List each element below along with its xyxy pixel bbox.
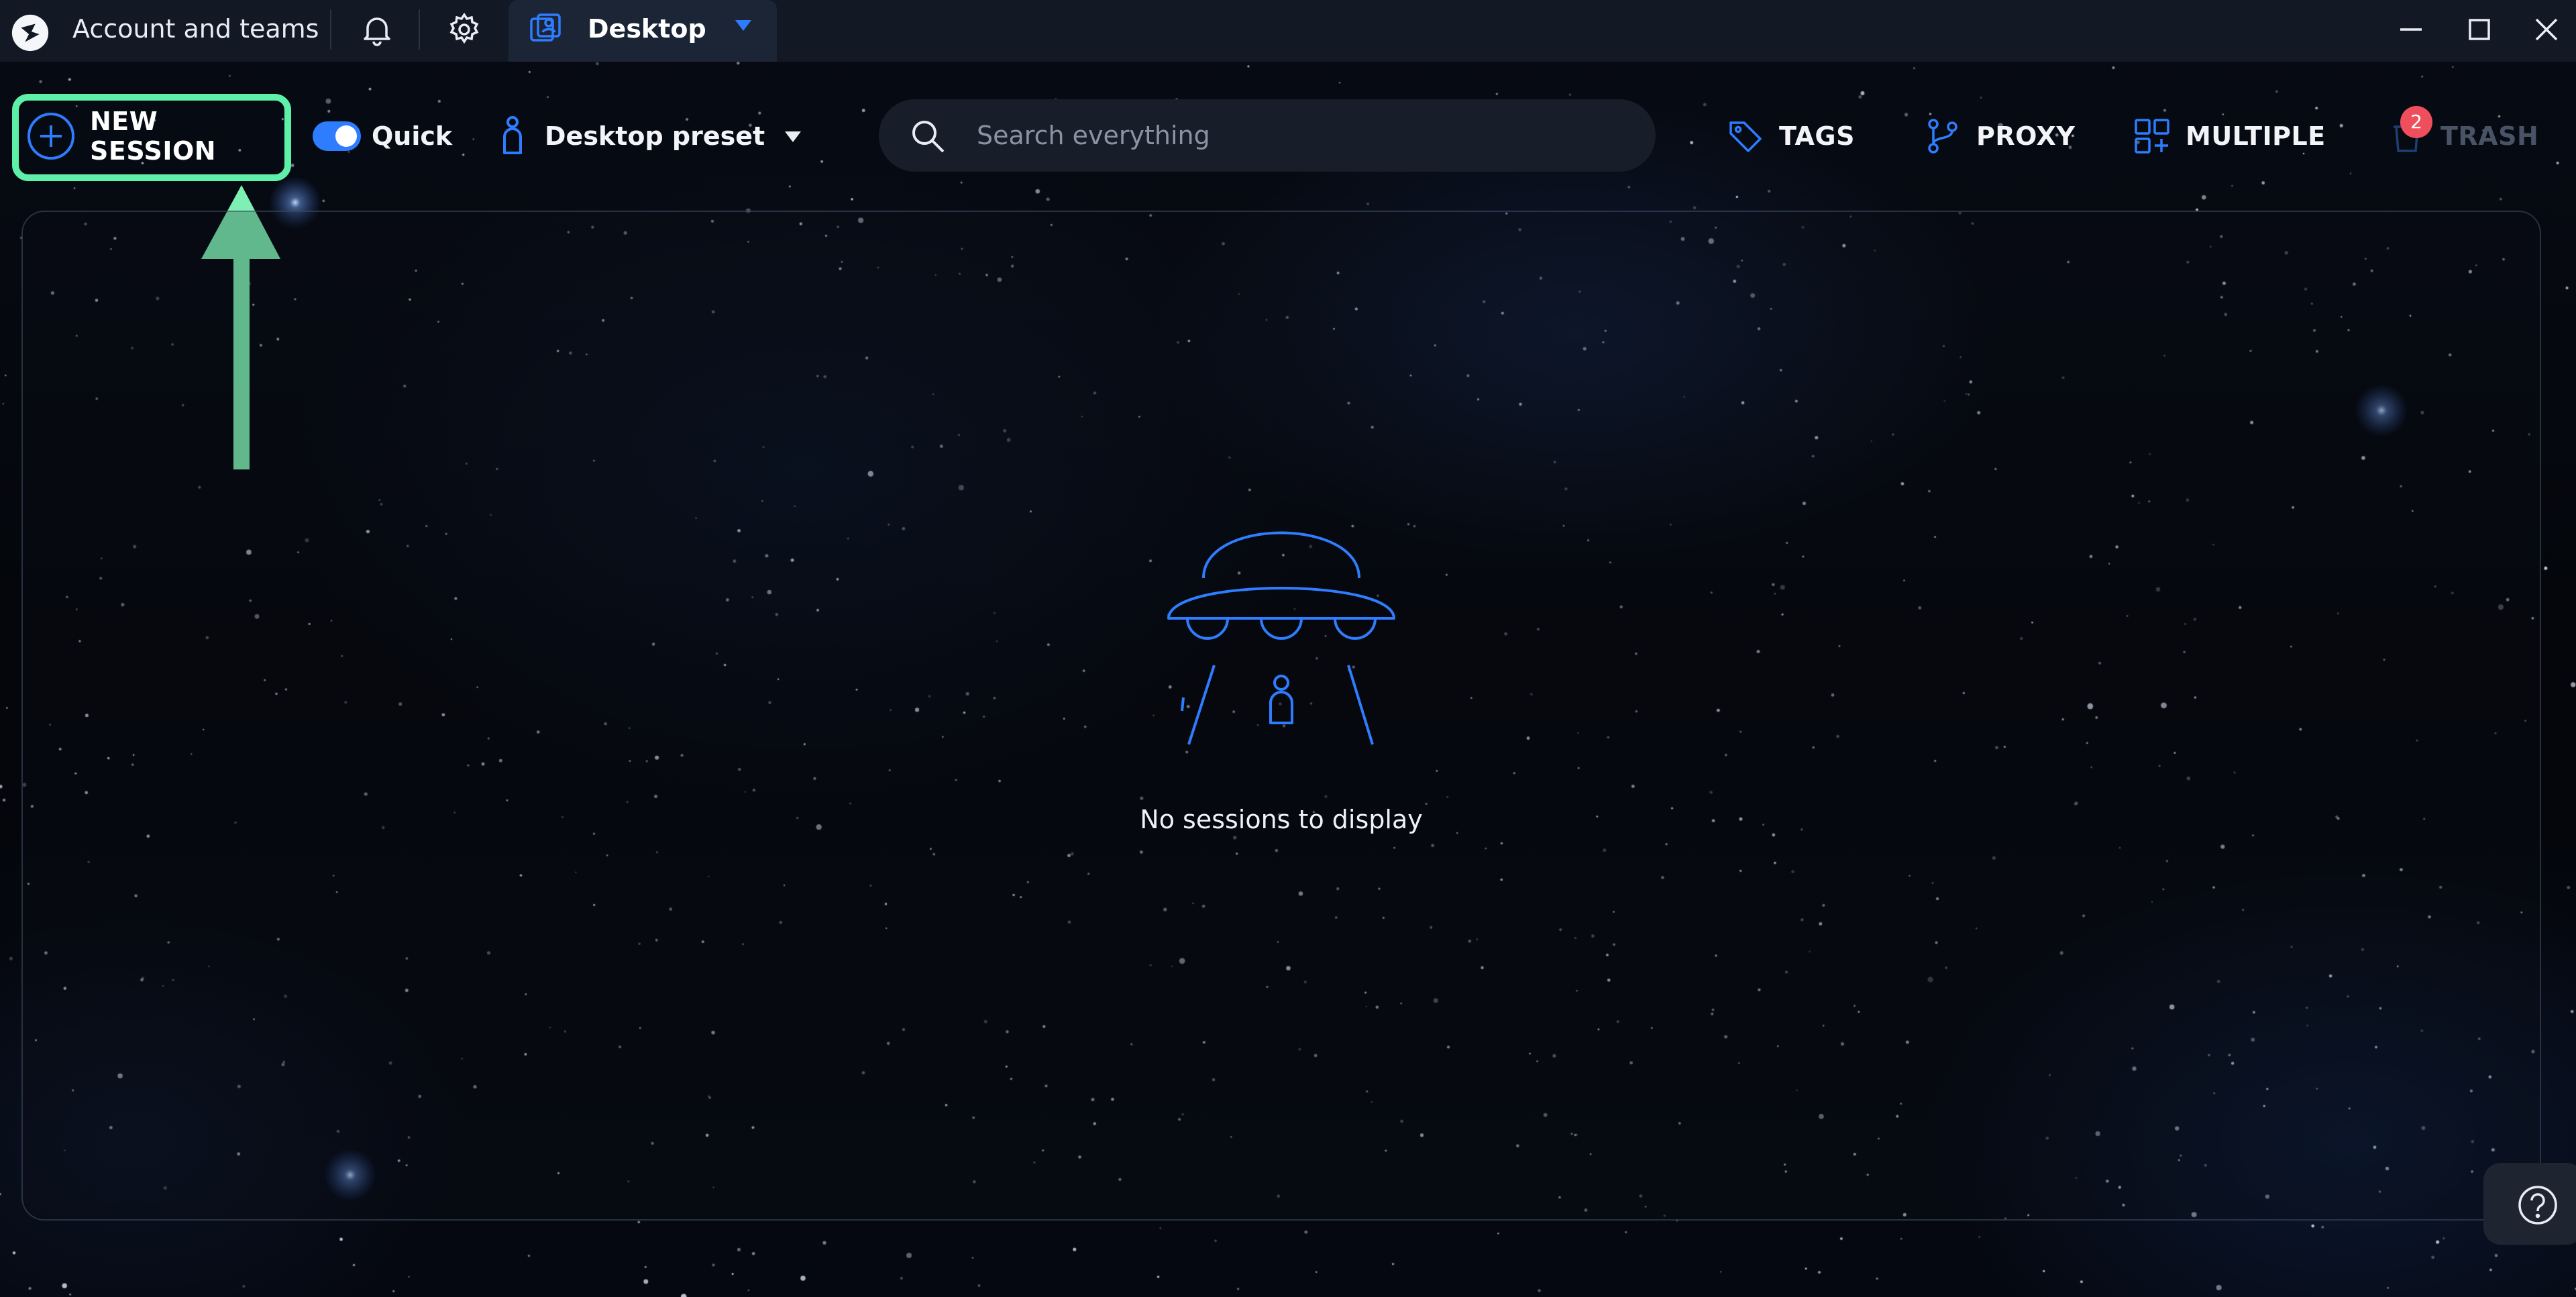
trash-button[interactable]: 2 TRASH <box>2388 106 2539 165</box>
titlebar-divider <box>330 9 331 50</box>
minimize-icon[interactable] <box>2391 9 2431 50</box>
close-icon[interactable] <box>2526 9 2567 50</box>
person-icon <box>503 116 522 154</box>
account-and-teams-button[interactable]: Account and teams <box>72 0 319 58</box>
toggle-knob <box>335 125 357 147</box>
tab-desktop[interactable]: Desktop <box>508 0 777 62</box>
gear-icon[interactable] <box>445 11 483 48</box>
tag-icon <box>1729 121 1762 152</box>
proxy-button[interactable]: PROXY <box>1924 107 2075 165</box>
desktop-profile-icon <box>530 13 561 42</box>
ufo-empty-state-icon <box>1167 531 1395 745</box>
app-window: Account and teams Desktop NEW SESSION Qu… <box>0 0 2576 1297</box>
new-session-label: NEW SESSION <box>90 107 217 166</box>
preset-dropdown[interactable]: Desktop preset <box>494 107 809 165</box>
plus-circle-icon <box>28 113 74 160</box>
question-mark-icon <box>2518 1186 2557 1225</box>
help-button[interactable] <box>2483 1163 2576 1245</box>
search-bar <box>879 99 1656 172</box>
tags-label: TAGS <box>1779 121 1855 151</box>
tags-button[interactable]: TAGS <box>1727 107 1855 165</box>
search-icon <box>912 121 945 153</box>
tab-label: Desktop <box>588 14 706 44</box>
chevron-down-icon[interactable] <box>735 20 751 31</box>
quick-label: Quick <box>372 121 453 151</box>
maximize-icon[interactable] <box>2459 9 2500 50</box>
app-logo-icon <box>11 14 49 52</box>
multiple-grid-icon <box>2135 119 2169 154</box>
chevron-down-icon <box>785 131 801 142</box>
trash-count-badge: 2 <box>2400 106 2432 138</box>
multiple-button[interactable]: MULTIPLE <box>2133 107 2326 165</box>
new-session-button[interactable]: NEW SESSION <box>25 107 280 166</box>
search-input[interactable] <box>977 115 1621 156</box>
proxy-branch-icon <box>1928 119 1957 154</box>
preset-label: Desktop preset <box>545 121 765 151</box>
titlebar-divider <box>419 9 420 50</box>
bell-icon[interactable] <box>358 11 396 48</box>
quick-toggle[interactable] <box>313 121 361 151</box>
empty-state-message: No sessions to display <box>1140 805 1423 834</box>
title-bar: Account and teams Desktop <box>0 0 2576 62</box>
trash-label: TRASH <box>2440 121 2539 151</box>
proxy-label: PROXY <box>1976 121 2076 151</box>
multiple-label: MULTIPLE <box>2186 121 2326 151</box>
